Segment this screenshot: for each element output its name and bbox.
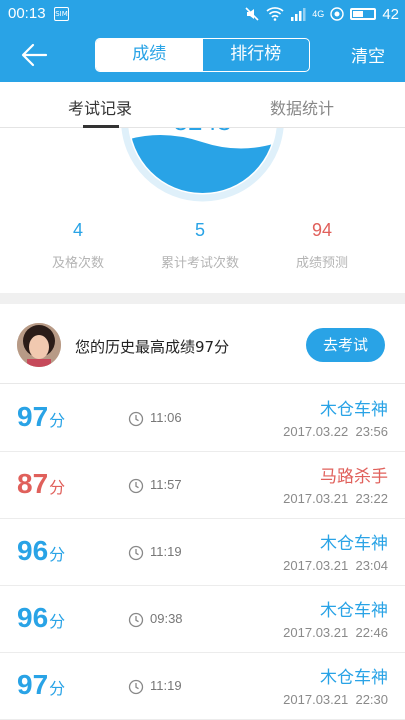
tab-indicator xyxy=(83,125,119,128)
gauge-partial-text: 5243 xyxy=(174,128,232,136)
clock-icon xyxy=(128,679,144,695)
stat-pass-count: 4 及格次数 xyxy=(18,220,138,271)
record-date: 2017.03.21 23:22 xyxy=(283,491,388,506)
stat-label: 及格次数 xyxy=(51,256,104,271)
record-date: 2017.03.21 22:30 xyxy=(283,692,388,707)
record-score-value: 87 xyxy=(17,468,49,499)
tab-bar: 考试记录 数据统计 xyxy=(0,82,405,128)
wifi-icon xyxy=(266,7,284,21)
record-row[interactable]: 96分 09:38 木仓车神 2017.03.21 22:46 xyxy=(0,586,405,653)
network-type-label: 4G xyxy=(312,9,325,19)
stat-total-exams: 5 累计考试次数 xyxy=(140,220,260,271)
record-title: 木仓车神 xyxy=(320,400,388,420)
record-date: 2017.03.21 23:04 xyxy=(283,558,388,573)
score-unit: 分 xyxy=(49,411,66,430)
record-duration: 11:19 xyxy=(150,544,182,559)
record-score: 96分 xyxy=(17,602,65,634)
record-title: 木仓车神 xyxy=(320,534,388,554)
avatar[interactable] xyxy=(17,323,61,367)
status-time: 00:13 xyxy=(8,5,46,22)
record-score: 87分 xyxy=(17,468,65,500)
tab-exam-records[interactable]: 考试记录 xyxy=(68,95,132,119)
stat-value: 94 xyxy=(311,220,333,240)
record-duration: 11:19 xyxy=(150,678,182,693)
score-unit: 分 xyxy=(49,612,66,631)
record-score-value: 96 xyxy=(17,602,49,633)
segment-scores[interactable]: 成绩 xyxy=(96,39,203,71)
record-row[interactable]: 87分 11:57 马路杀手 2017.03.21 23:22 xyxy=(0,452,405,519)
record-row[interactable]: 97分 11:06 木仓车神 2017.03.22 23:56 xyxy=(0,385,405,452)
clear-button[interactable]: 清空 xyxy=(351,42,385,67)
record-title: 木仓车神 xyxy=(320,668,388,688)
stat-label: 累计考试次数 xyxy=(160,256,239,271)
stat-label: 成绩预测 xyxy=(295,256,348,271)
record-duration: 11:57 xyxy=(150,477,182,492)
battery-icon xyxy=(350,8,377,20)
record-title: 马路杀手 xyxy=(320,467,388,487)
clock-icon xyxy=(128,478,144,494)
stats-row: 4 及格次数 5 累计考试次数 94 成绩预测 xyxy=(0,215,405,290)
record-score-value: 97 xyxy=(17,669,49,700)
section-divider xyxy=(0,293,405,304)
app-bar: 成绩 排行榜 清空 xyxy=(0,28,405,82)
back-arrow-icon[interactable] xyxy=(18,40,50,70)
record-duration: 09:38 xyxy=(150,611,183,626)
score-unit: 分 xyxy=(49,545,66,564)
record-score: 96分 xyxy=(17,535,65,567)
record-score: 97分 xyxy=(17,669,65,701)
record-duration: 11:06 xyxy=(150,410,182,425)
clock-icon xyxy=(128,612,144,628)
stat-value: 4 xyxy=(72,220,83,240)
sim-icon: SIM xyxy=(54,7,69,21)
stat-predicted-score: 94 成绩预测 xyxy=(262,220,382,271)
segment-ranking[interactable]: 排行榜 xyxy=(203,39,310,71)
take-exam-button[interactable]: 去考试 xyxy=(306,328,385,362)
best-score-text: 您的历史最高成绩97分 xyxy=(75,338,230,356)
clock-icon xyxy=(128,411,144,427)
stat-value: 5 xyxy=(194,220,205,240)
tab-data-stats[interactable]: 数据统计 xyxy=(270,95,334,119)
record-score-value: 96 xyxy=(17,535,49,566)
record-row[interactable]: 97分 11:19 木仓车神 2017.03.21 22:30 xyxy=(0,653,405,720)
mute-icon xyxy=(245,7,259,21)
record-date: 2017.03.22 23:56 xyxy=(283,424,388,439)
record-score: 97分 xyxy=(17,401,65,433)
score-unit: 分 xyxy=(49,679,66,698)
hd-icon xyxy=(330,7,345,21)
status-icons: 4G 42 xyxy=(244,4,399,24)
battery-level: 42 xyxy=(382,5,399,23)
segment-control: 成绩 排行榜 xyxy=(95,38,310,72)
score-unit: 分 xyxy=(49,478,66,497)
record-title: 木仓车神 xyxy=(320,601,388,621)
score-gauge: 5243 xyxy=(121,128,284,202)
record-score-value: 97 xyxy=(17,401,49,432)
clock-icon xyxy=(128,545,144,561)
record-row[interactable]: 96分 11:19 木仓车神 2017.03.21 23:04 xyxy=(0,519,405,586)
record-date: 2017.03.21 22:46 xyxy=(283,625,388,640)
status-bar: 00:13 SIM 4G 42 xyxy=(0,0,405,28)
signal-icon xyxy=(291,8,306,21)
best-score-section: 您的历史最高成绩97分 去考试 xyxy=(0,304,405,384)
